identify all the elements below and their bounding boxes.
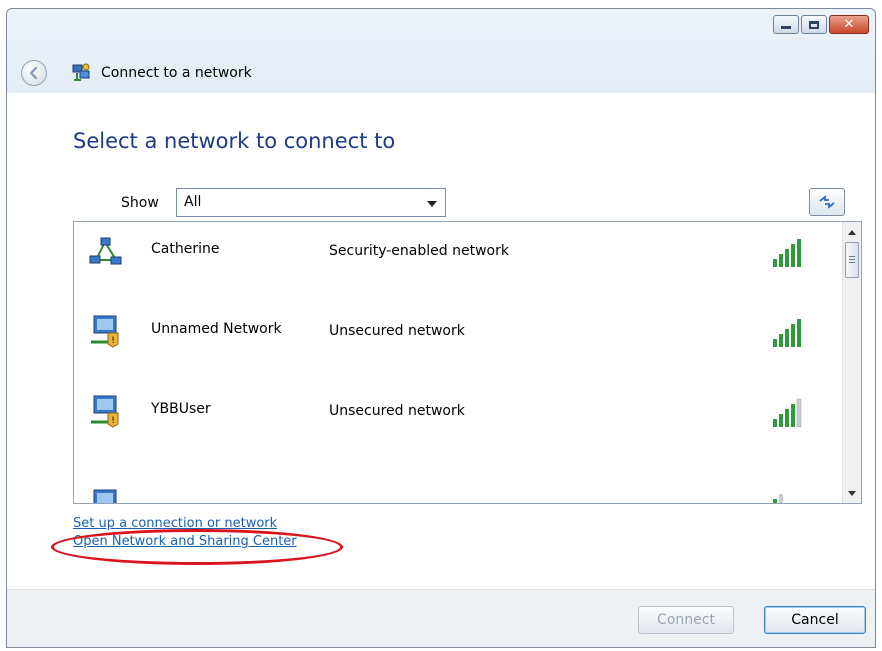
minimize-icon xyxy=(781,26,791,29)
unsecured-network-icon: ! xyxy=(91,315,119,348)
svg-text:!: ! xyxy=(111,416,115,426)
network-security: Security-enabled network xyxy=(329,243,509,259)
grip-line xyxy=(849,256,855,257)
network-name: Catherine xyxy=(151,241,220,257)
dialog-footer: Connect Cancel xyxy=(7,589,875,647)
show-filter-dropdown[interactable]: All xyxy=(176,188,446,217)
title-bar: ✕ Connect to a network xyxy=(7,9,875,93)
network-name: YBBUser xyxy=(151,401,211,417)
scroll-thumb[interactable] xyxy=(845,242,859,278)
network-row-partial[interactable] xyxy=(74,464,839,503)
back-button[interactable] xyxy=(21,60,47,86)
network-security: Unsecured network xyxy=(329,323,465,339)
connect-button[interactable]: Connect xyxy=(638,606,734,634)
signal-strength-icon xyxy=(773,398,802,428)
refresh-button[interactable] xyxy=(809,188,845,216)
grip-line xyxy=(849,262,855,263)
network-wizard-icon xyxy=(72,63,90,81)
network-row-catherine[interactable]: Catherine Security-enabled network xyxy=(74,224,839,304)
network-icon xyxy=(93,489,117,503)
cancel-button[interactable]: Cancel xyxy=(764,606,866,634)
back-arrow-icon xyxy=(29,66,38,80)
network-security: Unsecured network xyxy=(329,403,465,419)
network-row-ybbuser[interactable]: ! YBBUser Unsecured network xyxy=(74,384,839,464)
show-filter-value: All xyxy=(184,194,202,210)
network-name: Unnamed Network xyxy=(151,321,282,337)
signal-strength-icon xyxy=(773,319,801,347)
maximize-button[interactable] xyxy=(801,15,827,34)
chevron-down-icon xyxy=(427,201,437,207)
grip-line xyxy=(849,259,855,260)
scroll-up-button[interactable] xyxy=(843,224,861,240)
ad-hoc-network-icon xyxy=(89,237,122,265)
caption-buttons: ✕ xyxy=(773,15,869,34)
connect-to-network-window: ✕ Connect to a network Select a network … xyxy=(6,8,876,648)
page-heading: Select a network to connect to xyxy=(73,129,396,153)
svg-text:!: ! xyxy=(111,336,115,346)
maximize-icon xyxy=(809,20,819,29)
close-button[interactable]: ✕ xyxy=(829,15,869,34)
close-icon: ✕ xyxy=(843,17,855,32)
scroll-down-button[interactable] xyxy=(843,485,861,501)
signal-strength-icon xyxy=(773,239,801,267)
window-title: Connect to a network xyxy=(101,65,252,81)
unsecured-network-icon: ! xyxy=(91,395,119,428)
network-row-unnamed[interactable]: ! Unnamed Network Unsecured network xyxy=(74,304,839,384)
highlight-ellipse xyxy=(51,529,343,565)
refresh-icon xyxy=(819,195,835,209)
network-list[interactable]: Catherine Security-enabled network ! Unn… xyxy=(73,221,862,504)
chevron-down-icon xyxy=(848,490,856,496)
network-list-scrollbar[interactable] xyxy=(842,222,861,503)
signal-strength-icon xyxy=(773,494,783,503)
show-label: Show xyxy=(121,195,159,211)
chevron-up-icon xyxy=(848,229,856,235)
minimize-button[interactable] xyxy=(773,15,799,34)
